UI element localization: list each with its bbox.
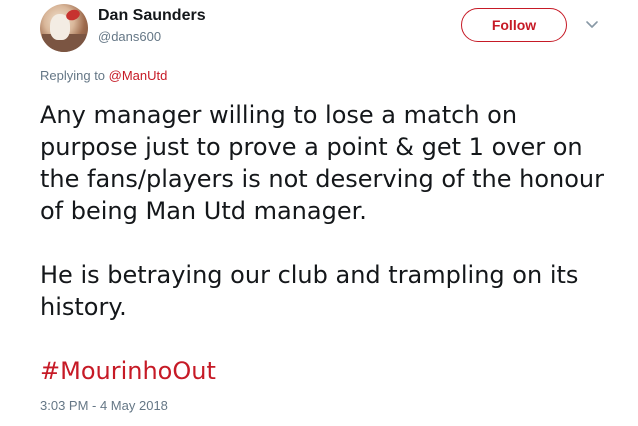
hashtag-link[interactable]: #MourinhoOut bbox=[40, 355, 216, 387]
tweet-paragraph-1: Any manager willing to lose a match on p… bbox=[40, 101, 605, 225]
tweet-paragraph-2: He is betraying our club and trampling o… bbox=[40, 261, 579, 321]
chevron-down-icon[interactable] bbox=[582, 14, 602, 34]
user-handle[interactable]: @dans600 bbox=[98, 29, 161, 44]
replying-to: Replying to @ManUtd bbox=[40, 68, 167, 83]
avatar[interactable] bbox=[40, 4, 88, 52]
follow-button[interactable]: Follow bbox=[461, 8, 567, 42]
tweet-text: Any manager willing to lose a match on p… bbox=[40, 99, 610, 387]
tweet-timestamp[interactable]: 3:03 PM - 4 May 2018 bbox=[40, 398, 168, 413]
replying-to-label: Replying to bbox=[40, 68, 109, 83]
mention-link[interactable]: @ManUtd bbox=[109, 68, 168, 83]
display-name[interactable]: Dan Saunders bbox=[98, 7, 206, 25]
tweet-card: Dan Saunders @dans600 Follow Replying to… bbox=[0, 0, 638, 426]
